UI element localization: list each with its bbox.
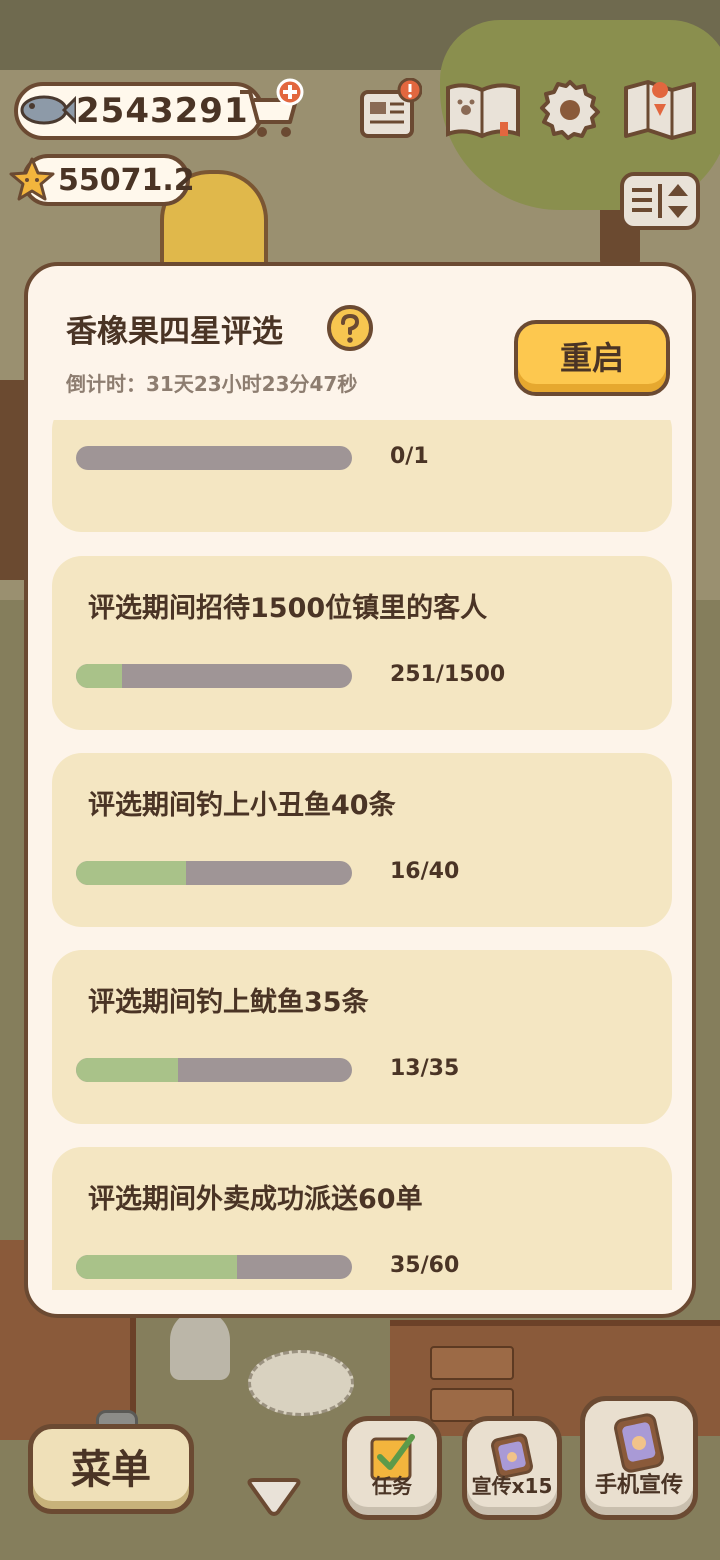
progress-bar: [76, 446, 352, 470]
coin-value: 2543291: [76, 91, 249, 131]
drawer: [430, 1346, 514, 1380]
star-value: 55071.2: [58, 162, 195, 198]
progress-count: 16/40: [390, 859, 460, 884]
help-question-icon[interactable]: [326, 304, 374, 352]
task-card: 0/1: [52, 420, 672, 532]
shop-cart-icon[interactable]: [236, 78, 306, 140]
map-icon[interactable]: [622, 78, 698, 142]
promote-button-label: 宣传x15: [471, 1474, 553, 1498]
progress-count: 35/60: [390, 1253, 460, 1278]
progress-count: 251/1500: [390, 662, 506, 687]
news-icon[interactable]: [358, 78, 422, 142]
task-label: 评选期间外卖成功派送60单: [88, 1184, 423, 1215]
restart-button[interactable]: 重启: [514, 320, 670, 396]
star-icon: [9, 157, 55, 201]
progress-count: 13/35: [390, 1056, 460, 1081]
fish-icon: [20, 95, 76, 125]
phone-promote-button[interactable]: 手机宣传: [580, 1396, 698, 1520]
progress-fill: [76, 861, 187, 885]
task-card: 评选期间钓上小丑鱼40条 16/40: [52, 753, 672, 927]
phone-icon: [614, 1413, 664, 1473]
progress-fill: [76, 664, 123, 688]
task-card: 评选期间招待1500位镇里的客人 251/1500: [52, 556, 672, 730]
task-button-label: 任务: [372, 1474, 412, 1498]
task-list[interactable]: 0/1 评选期间招待1500位镇里的客人 251/1500 评选期间钓上小丑鱼4…: [28, 420, 692, 1290]
modal-title: 香橡果四星评选: [66, 314, 283, 350]
countdown-timer: 倒计时：31天23小时23分47秒: [66, 372, 358, 396]
progress-bar: [76, 861, 352, 885]
progress-bar: [76, 664, 352, 688]
task-button[interactable]: 任务: [342, 1416, 442, 1520]
menu-button[interactable]: 菜单: [28, 1424, 194, 1514]
phone-promote-label: 手机宣传: [594, 1473, 683, 1498]
task-card: 评选期间钓上鱿鱼35条 13/35: [52, 950, 672, 1124]
progress-fill: [76, 1255, 237, 1279]
cat-bed: [248, 1350, 354, 1416]
rating-modal: 香橡果四星评选 倒计时：31天23小时23分47秒 重启 0/1 评选期间招待1…: [24, 262, 696, 1318]
settings-gear-icon[interactable]: [538, 78, 602, 142]
cat-book-icon[interactable]: [444, 78, 522, 142]
cat-sprite: [170, 1310, 230, 1380]
progress-fill: [76, 1058, 179, 1082]
progress-bar: [76, 1255, 352, 1279]
layout-toggle-icon[interactable]: [618, 170, 702, 232]
task-label: 评选期间钓上小丑鱼40条: [88, 790, 396, 821]
chevron-down-icon[interactable]: [244, 1476, 304, 1518]
task-label: 评选期间招待1500位镇里的客人: [88, 593, 488, 624]
progress-bar: [76, 1058, 352, 1082]
progress-count: 0/1: [390, 444, 429, 469]
promote-button[interactable]: 宣传x15: [462, 1416, 562, 1520]
task-card: 评选期间外卖成功派送60单 35/60: [52, 1147, 672, 1290]
task-label: 评选期间钓上鱿鱼35条: [88, 987, 369, 1018]
